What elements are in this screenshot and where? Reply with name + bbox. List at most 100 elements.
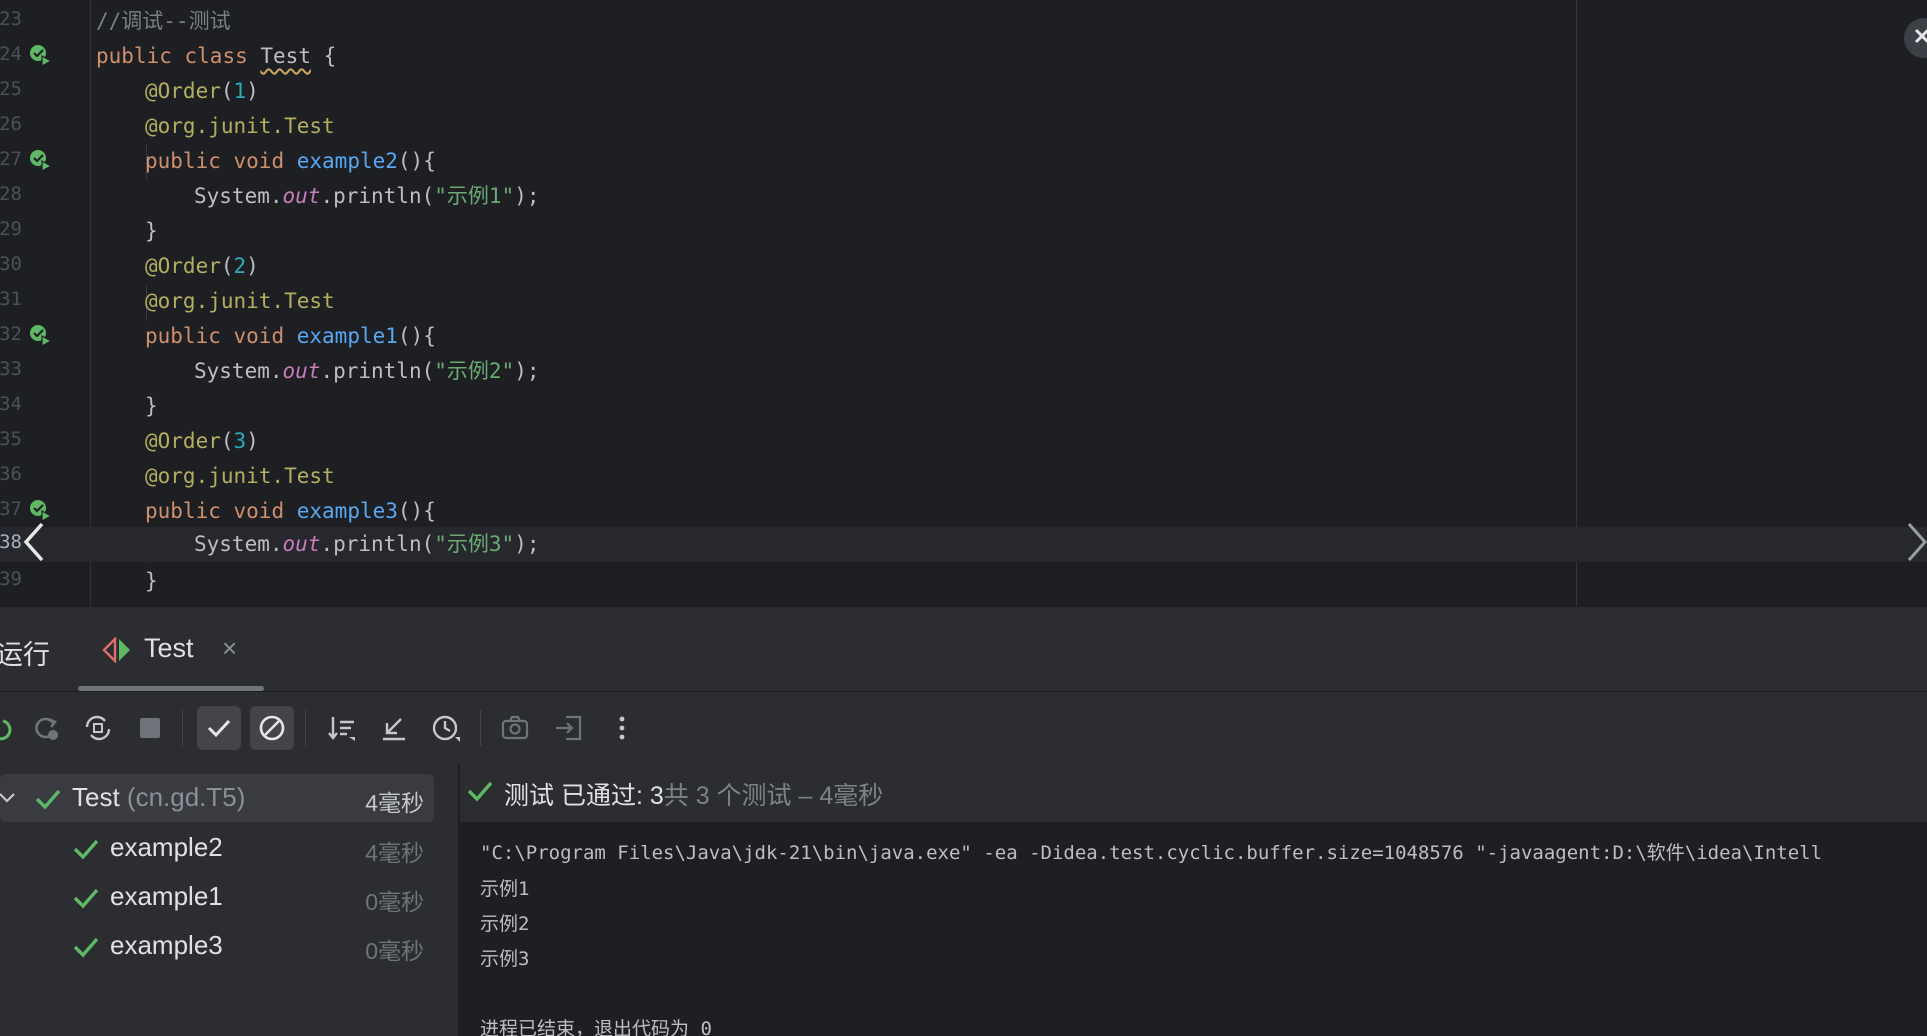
paren-token: ( — [220, 429, 234, 453]
brace-token: { — [310, 44, 337, 68]
brace-token: } — [145, 394, 158, 418]
code-line[interactable]: 25 @Order(1) — [0, 74, 1927, 109]
keyword-token: void — [233, 499, 285, 523]
more-button[interactable] — [600, 706, 644, 750]
code-text: System.out.println("示例1"); — [194, 181, 539, 211]
method-call-token: .println( — [320, 532, 435, 556]
export-icon — [556, 715, 582, 741]
code-line[interactable]: 35 @Order(3) — [0, 424, 1927, 459]
code-line[interactable]: 39 } — [0, 564, 1927, 599]
code-line[interactable]: 33 System.out.println("示例2"); — [0, 354, 1927, 389]
code-text: } — [145, 391, 158, 421]
paren-token: ) — [246, 429, 259, 453]
method-name-token: example1 — [296, 324, 398, 348]
line-number: 27 — [0, 148, 22, 170]
code-line[interactable]: 32 public void example1(){ — [0, 319, 1927, 354]
code-text: @org.junit.Test — [145, 111, 335, 141]
rerun-failed-button[interactable] — [24, 706, 68, 750]
more-icon — [619, 716, 625, 740]
brace-token: } — [145, 569, 158, 593]
tree-item-label: example1 — [110, 881, 223, 911]
ide-window: 23 //调试--测试 24 public class Test { 25 @O… — [0, 0, 1927, 1036]
annotation-token: @org.junit. — [145, 464, 285, 488]
code-line[interactable]: 26 @org.junit.Test — [0, 109, 1927, 144]
test-passed-icon — [72, 885, 100, 916]
tree-item-example2[interactable]: example2 4毫秒 — [0, 824, 434, 872]
test-status-text: 测试 已通过: 3共 3 个测试 – 4毫秒 — [504, 776, 883, 812]
sort-icon — [328, 717, 355, 741]
console-output-line: 示例1 — [480, 878, 530, 900]
export-button[interactable] — [547, 706, 591, 750]
tree-item-example3[interactable]: example3 0毫秒 — [0, 922, 434, 970]
line-number: 29 — [0, 218, 22, 240]
test-duration: 4毫秒 — [365, 840, 424, 866]
code-text: @Order(2) — [145, 251, 259, 281]
rerun-failed-icon — [35, 717, 58, 740]
code-text: System.out.println("示例3"); — [194, 529, 539, 559]
tree-item-label: example3 — [110, 930, 223, 960]
code-line[interactable]: 31 @org.junit.Test — [0, 284, 1927, 319]
test-results-tree: Test (cn.gd.T5) 4毫秒 example2 4毫秒 example… — [0, 764, 458, 1036]
chevron-down-icon[interactable] — [0, 788, 16, 811]
console-output[interactable]: 测试 已通过: 3共 3 个测试 – 4毫秒 "C:\Program Files… — [460, 764, 1927, 1036]
code-editor[interactable]: 23 //调试--测试 24 public class Test { 25 @O… — [0, 0, 1927, 606]
test-package-name: (cn.gd.T5) — [126, 782, 246, 812]
test-duration: 0毫秒 — [365, 889, 424, 915]
code-line[interactable]: 36 @org.junit.Test — [0, 459, 1927, 494]
code-line[interactable]: 27 public void example2(){ — [0, 144, 1927, 179]
line-number: 39 — [0, 568, 22, 590]
line-number: 34 — [0, 393, 22, 415]
annotation-token: @Order — [145, 254, 221, 278]
screenshot-button[interactable] — [493, 706, 537, 750]
previous-chevron-icon[interactable] — [18, 518, 50, 566]
line-number: 33 — [0, 358, 22, 380]
collapse-button[interactable] — [372, 706, 416, 750]
status-passed-icon — [466, 778, 494, 809]
history-button[interactable] — [424, 706, 468, 750]
tab-test[interactable]: Test × — [78, 619, 264, 691]
code-line[interactable]: 23 //调试--测试 — [0, 4, 1927, 39]
annotation-token: Test — [284, 464, 335, 488]
rerun-button[interactable] — [0, 706, 22, 750]
test-passed-icon — [72, 934, 100, 965]
code-line[interactable]: 29 } — [0, 214, 1927, 249]
close-button[interactable] — [1904, 18, 1927, 58]
code-line-current[interactable]: 38 System.out.println("示例3"); — [0, 527, 1927, 562]
test-passed-icon — [34, 786, 62, 817]
toggle-auto-test-button[interactable] — [76, 706, 120, 750]
line-number: 30 — [0, 253, 22, 275]
string-token: "示例2" — [434, 359, 515, 383]
run-tool-window-header: 运行 Test × — [0, 606, 1927, 691]
run-test-gutter-icon[interactable] — [28, 43, 54, 69]
code-line[interactable]: 37 public void example3(){ — [0, 494, 1927, 529]
class-token: System. — [194, 184, 283, 208]
tree-item-example1[interactable]: example1 0毫秒 — [0, 873, 434, 921]
next-chevron-icon[interactable] — [1905, 518, 1927, 566]
run-test-gutter-icon[interactable] — [28, 323, 54, 349]
run-test-gutter-icon[interactable] — [28, 148, 54, 174]
tab-close-icon[interactable]: × — [222, 633, 237, 663]
status-count: 3 — [649, 782, 664, 810]
method-name-token: example2 — [296, 149, 398, 173]
sort-button[interactable] — [320, 706, 364, 750]
test-duration: 4毫秒 — [365, 790, 424, 816]
run-toolbar — [0, 691, 1927, 765]
line-number: 28 — [0, 183, 22, 205]
paren-token: ( — [220, 254, 234, 278]
code-line[interactable]: 30 @Order(2) — [0, 249, 1927, 284]
stop-button[interactable] — [128, 706, 172, 750]
show-ignored-button[interactable] — [250, 706, 294, 750]
code-line[interactable]: 24 public class Test { — [0, 39, 1927, 74]
annotation-token: @Order — [145, 429, 221, 453]
line-number: 32 — [0, 323, 22, 345]
test-duration: 0毫秒 — [365, 938, 424, 964]
code-line[interactable]: 28 System.out.println("示例1"); — [0, 179, 1927, 214]
keyword-token: class — [184, 44, 248, 68]
rerun-icon — [0, 719, 12, 741]
tree-item-root[interactable]: Test (cn.gd.T5) 4毫秒 — [0, 774, 434, 822]
code-line[interactable]: 34 } — [0, 389, 1927, 424]
comment-token: //调试--测试 — [96, 9, 231, 33]
show-passed-button[interactable] — [197, 706, 241, 750]
keyword-token: public — [145, 499, 221, 523]
code-text: @org.junit.Test — [145, 286, 335, 316]
